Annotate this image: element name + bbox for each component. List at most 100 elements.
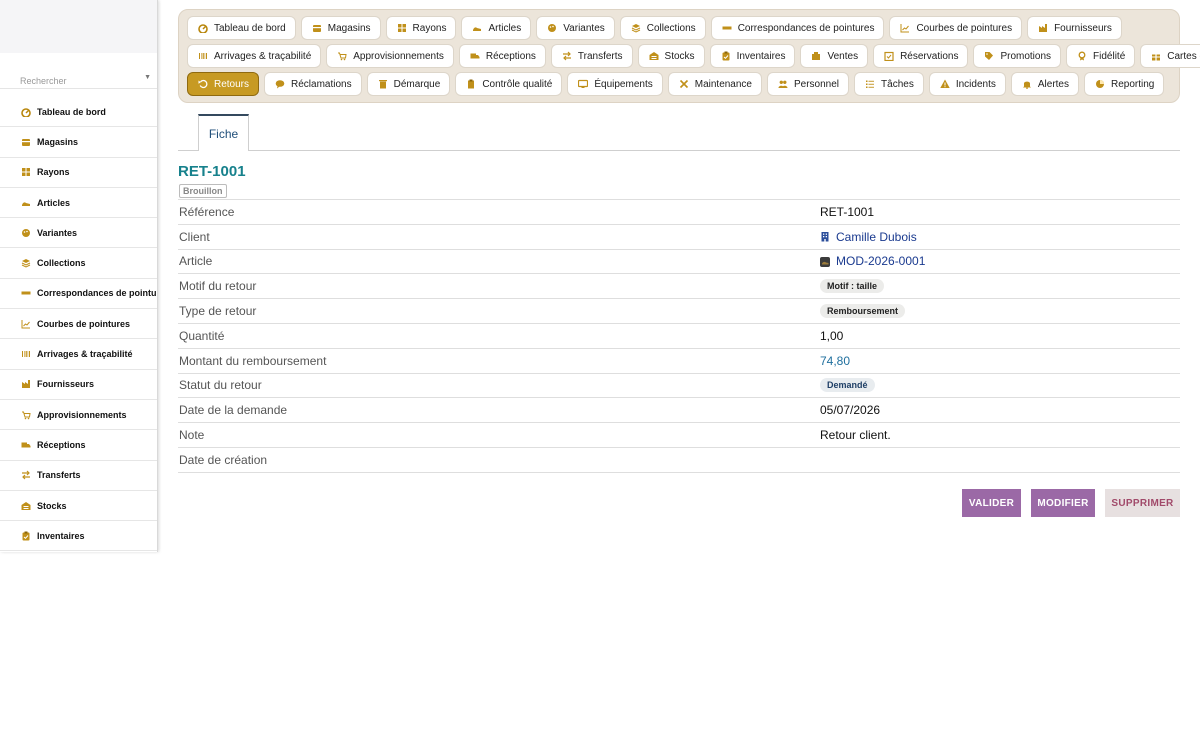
- sidebar-item[interactable]: Fournisseurs: [0, 370, 157, 400]
- nav-pill[interactable]: Stocks: [637, 44, 705, 68]
- chart-icon: [900, 23, 910, 33]
- search-input[interactable]: [20, 76, 152, 86]
- nav-pill[interactable]: Variantes: [536, 16, 615, 40]
- palette-icon: [547, 23, 557, 33]
- nav-pill[interactable]: Correspondances de pointures: [710, 16, 885, 40]
- sidebar-item[interactable]: Transferts: [0, 461, 157, 491]
- nav-pill[interactable]: Réservations: [873, 44, 969, 68]
- nav-pill[interactable]: Incidents: [928, 72, 1006, 96]
- nav-pill[interactable]: Rayons: [385, 16, 457, 40]
- store-icon: [21, 137, 31, 147]
- sidebar-item[interactable]: Stocks: [0, 491, 157, 522]
- nav-row: Retours Réclamations Démarque Contrôle qual…: [187, 72, 1179, 97]
- medal-icon: [1077, 51, 1087, 61]
- nav-pill-label: Reporting: [1110, 78, 1155, 90]
- layers-icon: [631, 23, 641, 33]
- nav-pill[interactable]: Maintenance: [667, 72, 762, 96]
- sidebar-item-label: Fournisseurs: [37, 379, 95, 390]
- nav-pill[interactable]: Alertes: [1010, 72, 1079, 96]
- field-value: 05/07/2026: [820, 403, 881, 418]
- link-label[interactable]: MOD-2026-0001: [836, 254, 925, 268]
- sidebar-item[interactable]: Articles: [0, 188, 157, 219]
- nav-pill-label: Contrôle qualité: [482, 78, 553, 90]
- sidebar-item-label: Courbes de pointures: [37, 318, 131, 329]
- chart-icon: [21, 319, 31, 329]
- pie-icon: [1095, 79, 1105, 89]
- nav-pill[interactable]: Démarque: [366, 72, 451, 96]
- sidebar-item-label: Rayons: [37, 167, 70, 178]
- nav-pill[interactable]: Réceptions: [458, 44, 546, 68]
- sidebar-header: [0, 0, 157, 53]
- edit-button[interactable]: MODIFIER: [1031, 489, 1095, 517]
- nav-pill[interactable]: Courbes de pointures: [889, 16, 1023, 40]
- value-tag: Remboursement: [820, 304, 906, 319]
- sidebar-item[interactable]: Tableau de bord: [0, 97, 157, 128]
- nav-pill[interactable]: Articles: [461, 16, 532, 40]
- nav-pill[interactable]: Fidélité: [1066, 44, 1136, 68]
- nav-pill[interactable]: Collections: [619, 16, 706, 40]
- sidebar-item[interactable]: Courbes de pointures: [0, 309, 157, 340]
- cart-icon: [337, 51, 347, 61]
- sidebar-item[interactable]: Correspondances de pointures: [0, 279, 157, 310]
- nav-pill[interactable]: Transferts: [550, 44, 633, 68]
- field-value: RET-1001: [820, 204, 875, 219]
- sidebar-item[interactable]: Rayons: [0, 158, 157, 188]
- tag-icon: [984, 51, 994, 61]
- sidebar-search[interactable]: ▼: [0, 53, 157, 89]
- sidebar-item-label: Stocks: [37, 500, 67, 511]
- record-title: RET-1001: [178, 163, 246, 180]
- truck-icon: [21, 440, 31, 450]
- sidebar-item-label: Articles: [37, 197, 71, 208]
- field-label: Montant du remboursement: [179, 353, 327, 368]
- nav-pill[interactable]: Contrôle qualité: [455, 72, 563, 96]
- field-label: Statut du retour: [179, 378, 262, 393]
- sidebar-item[interactable]: Variantes: [0, 218, 157, 249]
- nav-pill[interactable]: Promotions: [973, 44, 1062, 68]
- sidebar-item[interactable]: Réceptions: [0, 430, 157, 461]
- nav-pill[interactable]: Magasins: [300, 16, 381, 40]
- delete-button[interactable]: SUPPRIMER: [1105, 489, 1180, 517]
- nav-pill[interactable]: Tableau de bord: [187, 16, 296, 40]
- nav-pill[interactable]: Tâches: [854, 72, 924, 96]
- barcode-icon: [21, 349, 31, 359]
- sidebar-item[interactable]: Inventaires: [0, 521, 157, 552]
- nav-pill[interactable]: Réclamations: [264, 72, 362, 96]
- nav-pill-label: Rayons: [412, 22, 447, 34]
- nav-pill[interactable]: Équipements: [567, 72, 663, 96]
- sidebar-item[interactable]: Approvisionnements: [0, 400, 157, 431]
- nav-row: Tableau de bord Magasins Rayons Articles Var…: [187, 16, 1179, 41]
- shoe-icon: [472, 23, 482, 33]
- validate-button[interactable]: VALIDER: [962, 489, 1021, 517]
- nav-pill[interactable]: Fournisseurs: [1027, 16, 1122, 40]
- sidebar-item-label: Transferts: [37, 470, 81, 481]
- sidebar-item[interactable]: Magasins: [0, 127, 157, 158]
- link-label[interactable]: Camille Dubois: [836, 230, 917, 244]
- nav-pill[interactable]: Personnel: [767, 72, 850, 96]
- status-tag: Demandé: [820, 378, 875, 393]
- sidebar-item[interactable]: Arrivages & traçabilité: [0, 339, 157, 370]
- field-link[interactable]: MOD-2026-0001: [820, 254, 925, 268]
- record-fields: Référence RET-1001 Client Camille Dubois Art…: [178, 199, 1180, 473]
- field-row: Client Camille Dubois: [178, 225, 1180, 250]
- sidebar-menu: Tableau de bord Magasins Rayons Articles Var…: [0, 97, 157, 552]
- nav-pill[interactable]: Retours: [187, 72, 260, 96]
- nav-pill[interactable]: Approvisionnements: [326, 44, 454, 68]
- nav-pill[interactable]: Ventes: [800, 44, 869, 68]
- list-icon: [865, 79, 875, 89]
- tab-fiche[interactable]: Fiche: [198, 114, 249, 151]
- ruler-icon: [722, 23, 732, 33]
- nav-pill-label: Incidents: [955, 78, 996, 90]
- field-value: Retour client.: [820, 428, 891, 443]
- nav-pill-label: Réclamations: [291, 78, 352, 90]
- transfer-icon: [21, 470, 31, 480]
- field-link[interactable]: Camille Dubois: [820, 230, 917, 244]
- sidebar-item-label: Tableau de bord: [37, 106, 106, 117]
- nav-pill[interactable]: Arrivages & traçabilité: [187, 44, 322, 68]
- nav-pill-label: Courbes de pointures: [916, 22, 1013, 34]
- sidebar-item[interactable]: Collections: [0, 248, 157, 279]
- nav-pill[interactable]: Inventaires: [709, 44, 796, 68]
- nav-pill[interactable]: Reporting: [1083, 72, 1165, 96]
- warning-icon: [940, 79, 950, 89]
- nav-pill[interactable]: Cartes cadeaux: [1140, 44, 1200, 68]
- chevron-down-icon[interactable]: ▼: [144, 74, 151, 81]
